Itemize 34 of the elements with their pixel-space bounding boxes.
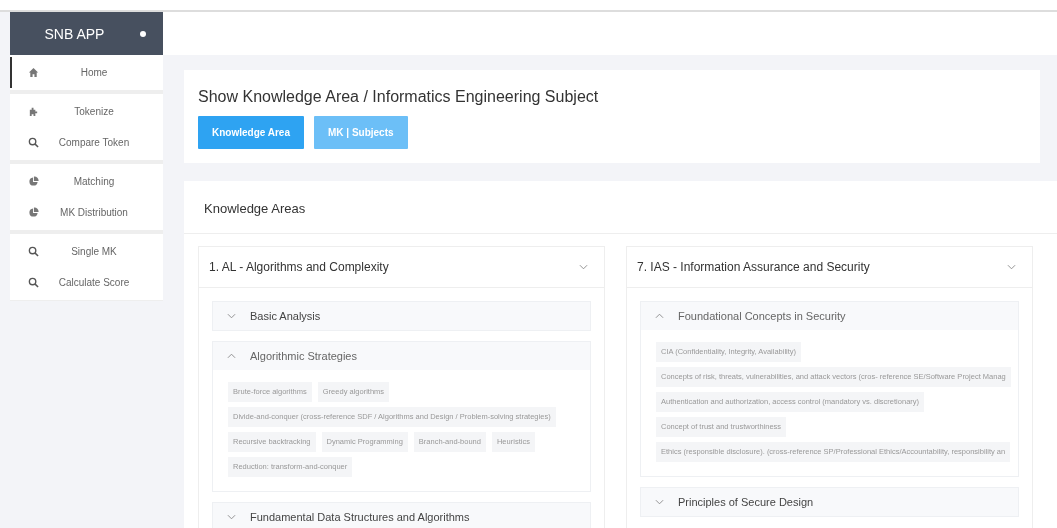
puzzle-icon bbox=[28, 106, 39, 117]
search-icon bbox=[28, 137, 39, 148]
pie-chart-icon bbox=[28, 176, 39, 187]
area-title: 7. IAS - Information Assurance and Security bbox=[637, 260, 870, 274]
home-icon bbox=[28, 67, 39, 78]
card-title: Knowledge Areas bbox=[184, 181, 1057, 234]
unit-header[interactable]: Principles of Secure Design bbox=[641, 488, 1018, 516]
app-title: SNB APP bbox=[44, 25, 105, 42]
chevron-icon bbox=[227, 514, 236, 520]
unit-header[interactable]: Fundamental Data Structures and Algorithms bbox=[213, 503, 590, 528]
unit-header[interactable]: Foundational Concepts in Security bbox=[641, 302, 1018, 330]
sidebar-item[interactable]: Single MK bbox=[10, 236, 163, 267]
chevron-icon bbox=[655, 499, 664, 505]
search-icon bbox=[28, 246, 39, 257]
chevron-icon bbox=[1007, 264, 1016, 270]
unit-header[interactable]: Basic Analysis bbox=[213, 302, 590, 330]
area-title: 1. AL - Algorithms and Complexity bbox=[209, 260, 389, 274]
sidebar-item[interactable]: Compare Token bbox=[10, 127, 163, 158]
chevron-icon bbox=[655, 313, 664, 319]
sidebar-item[interactable]: MK Distribution bbox=[10, 197, 163, 228]
chevron-icon bbox=[227, 313, 236, 319]
chevron-icon bbox=[227, 353, 236, 359]
sidebar-item[interactable]: Home bbox=[10, 57, 163, 88]
sidebar-item[interactable]: Tokenize bbox=[10, 96, 163, 127]
area-header[interactable]: 7. IAS - Information Assurance and Security bbox=[627, 247, 1032, 288]
sidebar-item[interactable]: Matching bbox=[10, 166, 163, 197]
status-dot-icon bbox=[140, 30, 147, 37]
pie-chart-icon bbox=[28, 207, 39, 218]
area-header[interactable]: 1. AL - Algorithms and Complexity bbox=[199, 247, 604, 288]
page-title: Show Knowledge Area / Informatics Engineering Subject bbox=[198, 88, 600, 106]
search-icon bbox=[28, 277, 39, 288]
sidebar-item[interactable]: Calculate Score bbox=[10, 267, 163, 298]
chevron-icon bbox=[579, 264, 588, 270]
unit-header[interactable]: Algorithmic Strategies bbox=[213, 342, 590, 370]
